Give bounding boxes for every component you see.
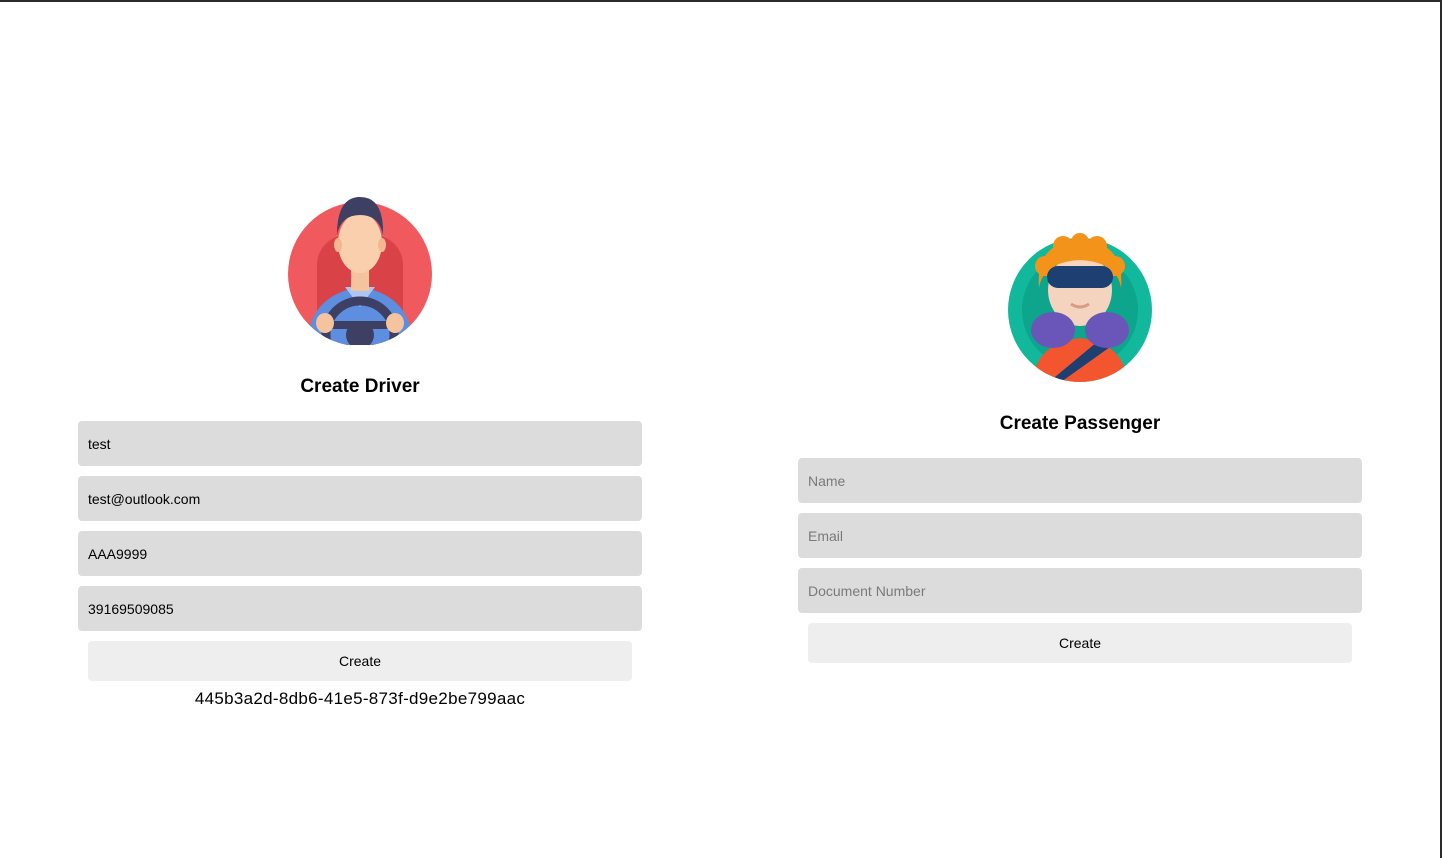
app-window: Create Driver Create 445b3a2d-8db6-41e5-…: [0, 0, 1442, 858]
create-passenger-button[interactable]: Create: [808, 623, 1352, 663]
driver-document-input[interactable]: [78, 586, 642, 631]
driver-email-input[interactable]: [78, 476, 642, 521]
create-driver-panel: Create Driver Create 445b3a2d-8db6-41e5-…: [78, 195, 642, 709]
driver-avatar-icon: [288, 197, 432, 345]
passenger-avatar-icon: [1008, 233, 1152, 382]
passenger-form: [798, 458, 1362, 613]
driver-id-result: 445b3a2d-8db6-41e5-873f-d9e2be799aac: [194, 689, 526, 708]
create-driver-title: Create Driver: [300, 376, 420, 397]
passenger-document-input[interactable]: [798, 568, 1362, 613]
driver-car-plate-input[interactable]: [78, 531, 642, 576]
create-passenger-panel: Create Passenger Create: [798, 232, 1362, 663]
create-passenger-title: Create Passenger: [999, 413, 1161, 434]
passenger-email-input[interactable]: [798, 513, 1362, 558]
driver-form: [78, 421, 642, 631]
create-driver-button[interactable]: Create: [88, 641, 632, 681]
passenger-name-input[interactable]: [798, 458, 1362, 503]
driver-name-input[interactable]: [78, 421, 642, 466]
